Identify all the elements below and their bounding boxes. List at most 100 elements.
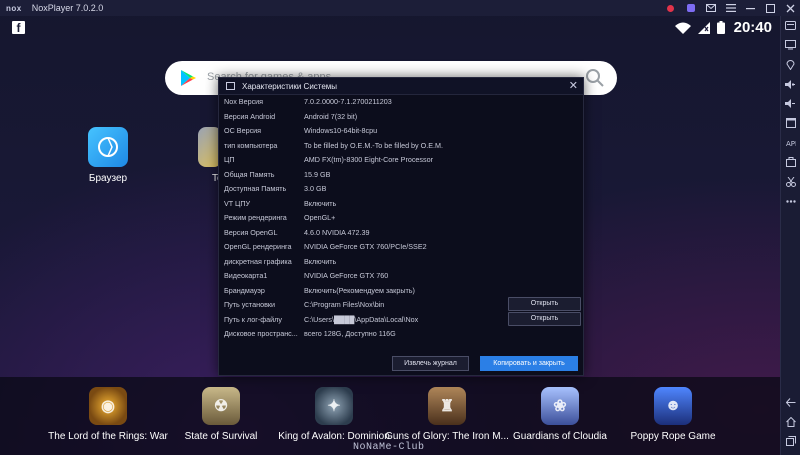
info-row-value: Включить(Рекомендуем закрыть) xyxy=(304,285,415,295)
package-icon[interactable] xyxy=(781,153,800,173)
location-icon[interactable] xyxy=(781,55,800,75)
info-row-value: NVIDIA GeForce GTX 760 xyxy=(304,271,389,280)
info-row-value: Включить xyxy=(304,256,337,266)
dialog-title: Характеристики Системы xyxy=(242,82,338,91)
recent-apps-icon[interactable] xyxy=(781,432,800,452)
app-label: Guns of Glory: The Iron M... xyxy=(385,431,509,442)
screen-icon[interactable] xyxy=(781,36,800,56)
screenshot-icon[interactable] xyxy=(781,172,800,192)
open-install-path-button[interactable]: Открыть xyxy=(508,297,581,311)
guardians-of-cloudia-icon: ❀ xyxy=(541,387,579,425)
browser-label: Браузер xyxy=(88,173,128,184)
menu-icon[interactable] xyxy=(725,3,736,14)
dialog-window-icon xyxy=(226,82,235,90)
info-row-key: Дисковое пространс... xyxy=(224,329,298,338)
android-status-bar: f 20:40 xyxy=(0,16,780,40)
info-row-key: ЦП xyxy=(224,155,235,164)
info-row-value: 7.0.2.0000-7.1.2700211203 xyxy=(304,97,392,106)
poppy-rope-game-icon: ☻ xyxy=(654,387,692,425)
info-row-value: AMD FX(tm)-8300 Eight-Core Processor xyxy=(304,155,434,164)
volume-up-icon[interactable] xyxy=(781,75,800,95)
keyboard-mapping-icon[interactable] xyxy=(781,16,800,36)
info-row-key: дискретная графика xyxy=(224,256,292,266)
volume-down-icon[interactable] xyxy=(781,94,800,114)
watermark: NoNaMe-Club xyxy=(353,442,425,453)
info-row: тип компьютера To be filled by O.E.M.-To … xyxy=(224,138,580,153)
app-king-of-avalon[interactable]: ✦ King of Avalon: Dominion xyxy=(269,387,399,442)
info-row-key: Режим рендеринга xyxy=(224,213,287,222)
apk-install-icon[interactable]: APK xyxy=(781,133,800,153)
info-row-value: C:\Program Files\Nox\bin xyxy=(304,300,385,309)
info-row-value: Android 7(32 bit) xyxy=(304,111,358,121)
info-row-key: Путь к лог-файлу xyxy=(224,314,282,324)
info-row-value: To be filled by O.E.M.-To be filled by O… xyxy=(304,140,444,150)
info-row-value: C:\Users\████\AppData\Local\Nox xyxy=(304,314,419,324)
clock: 20:40 xyxy=(733,19,772,36)
info-row-value: Включить xyxy=(304,198,337,208)
info-row-key: Доступная Память xyxy=(224,184,287,193)
facebook-notification-icon: f xyxy=(12,21,25,35)
info-row: дискретная графика Включить xyxy=(224,254,580,269)
side-toolbar: APK xyxy=(780,16,800,455)
info-row-key: OpenGL рендеринга xyxy=(224,242,292,251)
king-of-avalon-icon: ✦ xyxy=(315,387,353,425)
svg-text:APK: APK xyxy=(786,140,796,148)
info-row-value: OpenGL+ xyxy=(304,213,336,222)
info-row-key: Путь установки xyxy=(224,300,276,309)
info-row-key: Брандмауэр xyxy=(224,285,265,295)
info-row: VT ЦПУ Включить xyxy=(224,196,580,211)
mail-icon[interactable] xyxy=(705,3,716,14)
info-row-value: Windows10-64bit-8cpu xyxy=(304,126,378,135)
search-icon[interactable] xyxy=(585,68,605,93)
info-row-value: 3.0 GB xyxy=(304,184,327,193)
navigation-buttons xyxy=(781,393,800,452)
browser-shortcut[interactable]: Браузер xyxy=(80,127,136,184)
info-row: Nox Версия 7.0.2.0000-7.1.2700211203 xyxy=(224,94,580,109)
nox-logo: nox xyxy=(6,3,22,13)
info-row-value: 15.9 GB xyxy=(304,169,331,179)
app-guardians-of-cloudia[interactable]: ❀ Guardians of Cloudia xyxy=(495,387,625,442)
more-icon[interactable] xyxy=(781,192,800,212)
info-row: Видеокарта1 NVIDIA GeForce GTX 760 xyxy=(224,268,580,283)
info-row-key: Версия Android xyxy=(224,111,276,121)
minimize-icon[interactable] xyxy=(745,3,756,14)
nox-player-window: nox NoxPlayer 7.0.2.0 f 20:40 Браузер To… xyxy=(0,0,800,455)
info-row: ОС Версия Windows10-64bit-8cpu xyxy=(224,123,580,138)
browser-icon xyxy=(88,127,128,167)
fullscreen-icon[interactable] xyxy=(781,114,800,134)
info-row-key: Nox Версия xyxy=(224,97,264,106)
battery-icon xyxy=(717,21,725,39)
app-label: State of Survival xyxy=(184,431,258,442)
window-title: NoxPlayer 7.0.2.0 xyxy=(31,3,104,13)
info-row-key: Версия OpenGL xyxy=(224,227,278,237)
back-icon[interactable] xyxy=(781,393,800,413)
info-row-key: ОС Версия xyxy=(224,126,262,135)
app-state-of-survival[interactable]: ☢ State of Survival xyxy=(156,387,286,442)
info-row: Версия Android Android 7(32 bit) xyxy=(224,109,580,124)
account-icon[interactable] xyxy=(685,3,696,14)
app-guns-of-glory[interactable]: ♜ Guns of Glory: The Iron M... xyxy=(382,387,512,442)
dialog-close-icon[interactable]: ✕ xyxy=(569,79,578,92)
open-log-path-button[interactable]: Открыть xyxy=(508,312,581,326)
home-icon[interactable] xyxy=(781,412,800,432)
info-row-key: VT ЦПУ xyxy=(224,198,251,208)
maximize-icon[interactable] xyxy=(765,3,776,14)
export-log-button[interactable]: Извлечь журнал xyxy=(392,356,469,371)
info-row-value: всего 128G, Доступно 116G xyxy=(304,329,396,338)
info-row-key: тип компьютера xyxy=(224,140,278,150)
info-row: Брандмауэр Включить(Рекомендуем закрыть) xyxy=(224,283,580,298)
lotr-icon: ◉ xyxy=(89,387,127,425)
app-label: Guardians of Cloudia xyxy=(513,431,607,442)
copy-and-close-button[interactable]: Копировать и закрыть xyxy=(480,356,578,371)
record-icon[interactable] xyxy=(665,3,676,14)
no-sim-icon xyxy=(698,21,710,39)
close-icon[interactable] xyxy=(785,3,796,14)
app-label: Poppy Rope Game xyxy=(630,431,716,442)
info-row: Дисковое пространс... всего 128G, Доступн… xyxy=(224,326,580,341)
info-row-value: NVIDIA GeForce GTX 760/PCIe/SSE2 xyxy=(304,242,427,251)
dialog-header: Характеристики Системы ✕ xyxy=(219,78,583,95)
app-lord-of-the-rings[interactable]: ◉ The Lord of the Rings: War xyxy=(43,387,173,442)
wifi-icon xyxy=(675,21,691,39)
app-poppy-rope-game[interactable]: ☻ Poppy Rope Game xyxy=(608,387,738,442)
info-row: Версия OpenGL 4.6.0 NVIDIA 472.39 xyxy=(224,225,580,240)
